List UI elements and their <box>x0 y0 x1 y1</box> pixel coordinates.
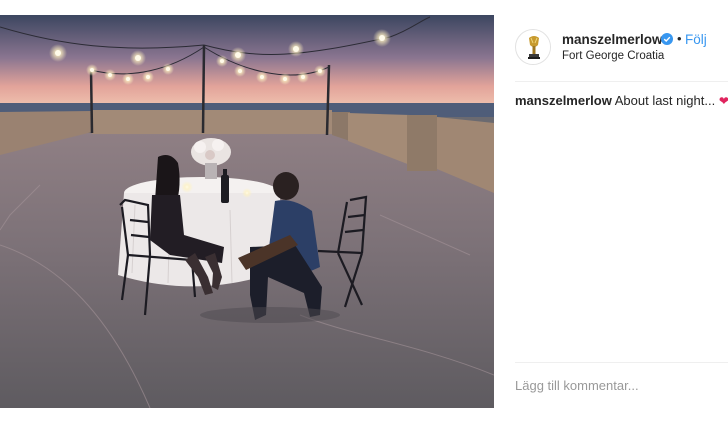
follow-button[interactable]: Följ <box>685 32 707 47</box>
post-photo[interactable] <box>0 15 494 408</box>
post-username[interactable]: manszelmerlow <box>562 32 663 47</box>
separator-dot: • <box>677 31 682 46</box>
header-divider <box>515 81 728 82</box>
post-sidebar: manszelmerlow • Följ Fort George Croatia… <box>494 15 728 408</box>
post-header: manszelmerlow • Följ Fort George Croatia <box>494 15 728 81</box>
caption-username[interactable]: manszelmerlow <box>515 93 612 108</box>
avatar[interactable] <box>515 29 551 65</box>
photo-scene <box>0 15 494 408</box>
caption-text: About last night... <box>614 93 716 108</box>
post-caption: manszelmerlow About last night... ❤ <box>515 93 728 108</box>
verified-badge-icon <box>661 33 673 45</box>
heart-emoji-icon: ❤ <box>718 94 728 108</box>
eurovision-trophy-icon <box>517 31 550 64</box>
post-location[interactable]: Fort George Croatia <box>562 50 664 62</box>
comment-divider <box>515 362 728 363</box>
instagram-post: manszelmerlow • Följ Fort George Croatia… <box>0 0 728 428</box>
comment-input[interactable]: Lägg till kommentar... <box>515 378 639 393</box>
